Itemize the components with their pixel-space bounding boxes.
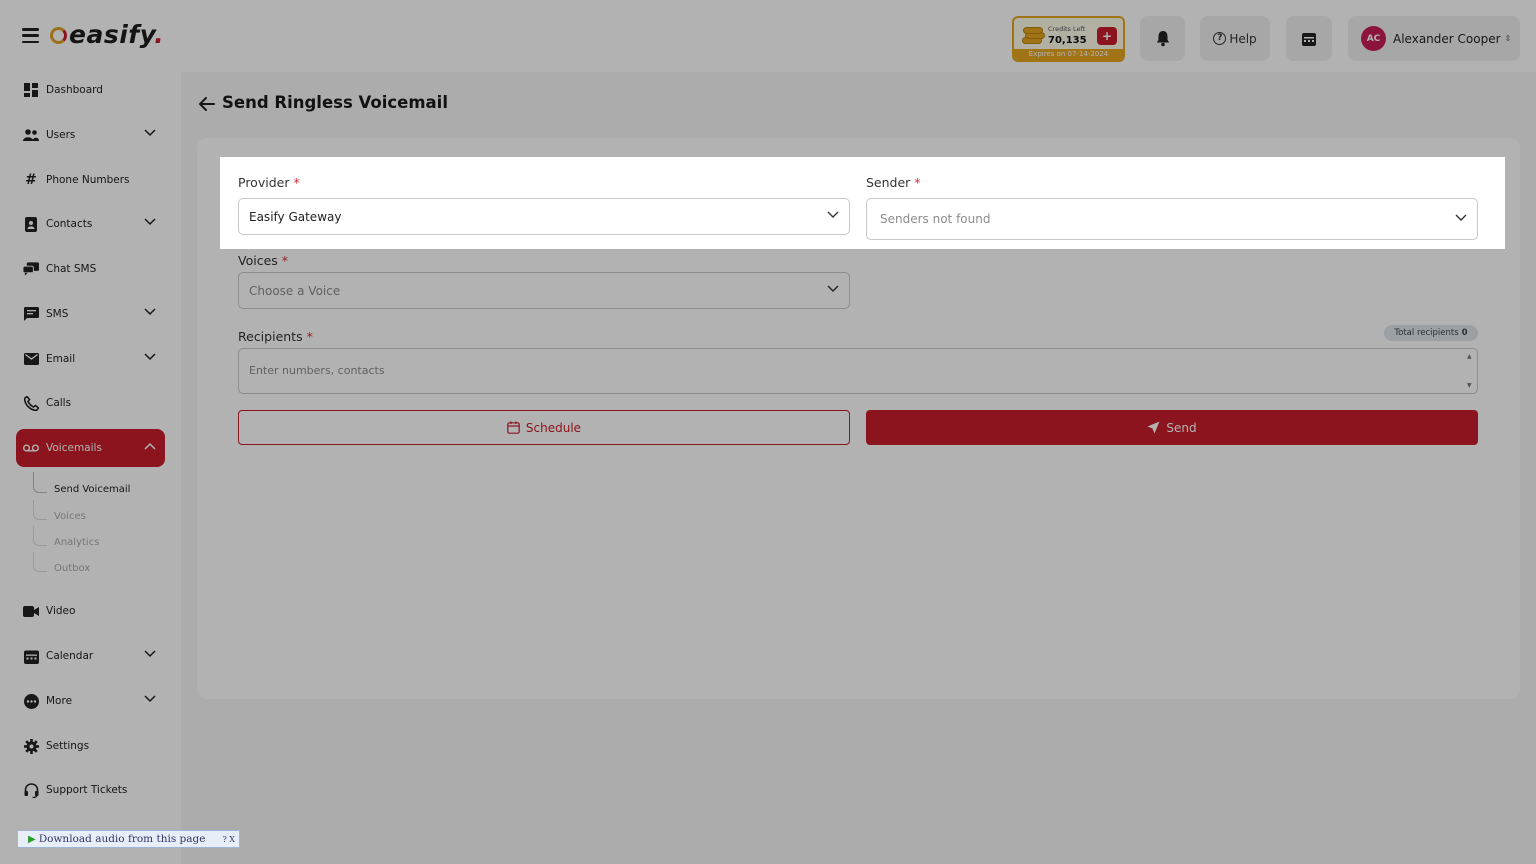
gear-icon [23,738,39,754]
chevron-down-icon [144,353,156,361]
hash-icon: # [25,172,37,188]
users-icon [23,127,39,143]
logo-mark-icon [50,27,67,44]
schedule-button[interactable]: Schedule [238,410,850,445]
menu-icon[interactable] [22,28,39,43]
highlighted-section: Provider * Easify Gateway Sender * Sende… [220,157,1505,249]
sidebar-subitem-outbox[interactable]: Outbox [54,563,90,574]
user-menu[interactable]: AC Alexander Cooper ⇕ [1348,16,1520,61]
sidebar-item-dashboard[interactable]: Dashboard [16,71,165,109]
tree-connector [33,500,47,520]
message-icon [23,306,39,322]
chevron-down-icon [144,218,156,226]
sender-select[interactable]: Senders not found [866,198,1478,240]
phone-icon [23,395,39,411]
chevron-down-icon [144,308,156,316]
chevron-down-icon [144,650,156,658]
chevron-updown-icon: ⇕ [1504,34,1512,43]
video-icon [23,603,39,619]
sidebar-subitem-send-voicemail[interactable]: Send Voicemail [54,484,130,495]
provider-label: Provider * [238,175,300,190]
calendar-icon [23,648,39,664]
total-recipients-badge: Total recipients 0 [1384,325,1478,341]
recipients-label: Recipients * [238,329,313,344]
coins-icon [1022,27,1046,45]
sidebar-item-voicemails[interactable]: Voicemails [16,429,165,467]
chevron-up-icon [144,442,156,450]
sidebar-item-video[interactable]: Video [16,592,165,630]
download-audio-extension-bar[interactable]: ▶ Download audio from this page ? X [17,830,240,848]
sidebar-item-email[interactable]: Email [16,340,165,378]
voices-select[interactable]: Choose a Voice [238,272,850,309]
paper-plane-icon [1147,421,1160,434]
dashboard-icon [23,82,39,98]
credits-value: 70,135 [1048,35,1087,46]
help-button[interactable]: ? Help [1200,16,1270,61]
sidebar-item-support-tickets[interactable]: Support Tickets [16,771,165,809]
chevron-down-icon [1455,214,1467,221]
sidebar-item-contacts[interactable]: Contacts [16,205,165,243]
page-title: Send Ringless Voicemail [222,93,448,112]
chevron-down-icon [827,285,839,292]
play-icon: ▶ [28,833,36,845]
sidebar-subitem-analytics[interactable]: Analytics [54,537,99,548]
chevron-down-icon [827,211,839,218]
sidebar-subitem-voices[interactable]: Voices [54,511,86,522]
chevron-down-icon [144,129,156,137]
sidebar-item-sms[interactable]: SMS [16,295,165,333]
avatar: AC [1361,26,1386,51]
textarea-scrollbar[interactable]: ▲ ▼ [1465,351,1475,391]
sidebar-item-users[interactable]: Users [16,116,165,154]
sidebar-item-calendar[interactable]: Calendar [16,637,165,675]
sidebar-item-more[interactable]: More [16,682,165,720]
calendar-icon [1302,32,1316,46]
send-button[interactable]: Send [866,410,1478,445]
credits-widget[interactable]: Credits Left 70,135 + Expires on 07-14-2… [1012,16,1125,62]
calendar-icon [507,421,520,434]
contacts-icon [23,216,39,232]
back-arrow-icon[interactable] [197,94,217,114]
credits-expiry: Expires on 07-14-2024 [1014,49,1123,60]
provider-select[interactable]: Easify Gateway [238,198,850,235]
easify-logo[interactable]: easify. [50,20,164,49]
sidebar-item-settings[interactable]: Settings [16,727,165,765]
headset-icon [23,782,39,798]
sidebar-item-chat-sms[interactable]: Chat SMS [16,250,165,288]
help-icon: ? [1213,32,1227,45]
credits-label: Credits Left [1048,25,1086,33]
chat-icon [23,261,39,277]
calendar-shortcut-button[interactable] [1286,16,1332,61]
mail-icon [23,351,39,367]
sidebar-item-phone-numbers[interactable]: # Phone Numbers [16,161,165,199]
sender-label: Sender * [866,175,921,190]
user-name: Alexander Cooper [1393,31,1501,46]
recipients-input[interactable]: Enter numbers, contacts ▲ ▼ [238,348,1478,394]
tree-connector [33,526,47,546]
bell-icon [1156,31,1169,47]
voices-label: Voices * [238,253,289,268]
voicemail-icon [23,440,39,456]
add-credits-button[interactable]: + [1097,27,1117,45]
more-icon [23,693,39,709]
top-bar: easify. Credits Left 70,135 + Expires on… [0,0,1536,72]
chevron-down-icon [144,695,156,703]
sidebar-item-calls[interactable]: Calls [16,384,165,422]
notifications-button[interactable] [1140,16,1185,61]
tree-connector [33,472,47,493]
tree-connector [33,552,47,572]
